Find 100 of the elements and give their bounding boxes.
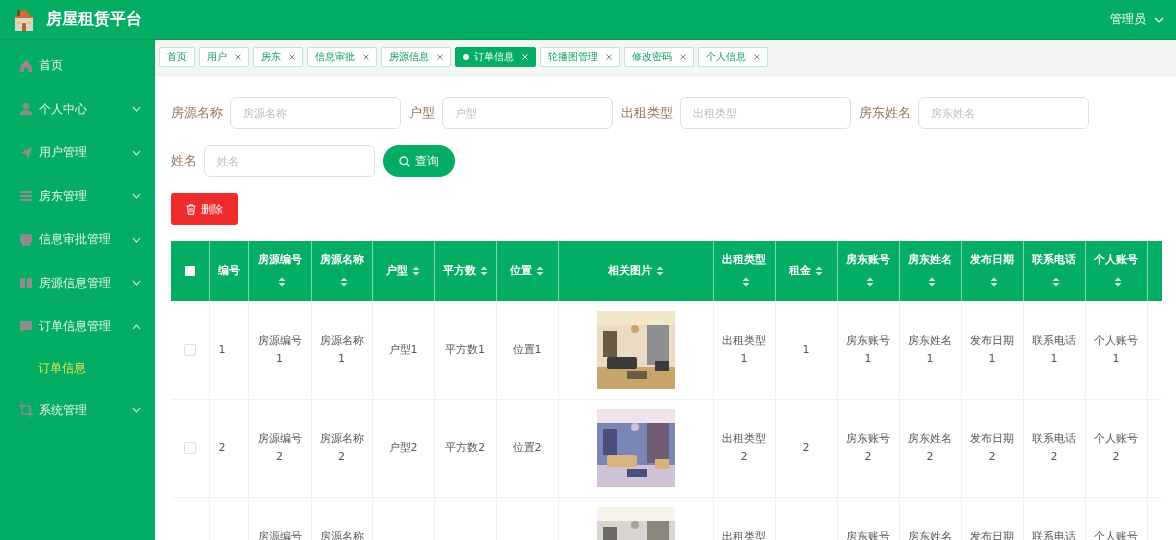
field-label: 房源名称 — [171, 104, 223, 122]
input-field[interactable]: 户型 — [442, 97, 613, 129]
home-icon — [19, 58, 33, 73]
table-cell: 房东账号2 — [846, 432, 890, 463]
table-cell: 平方数2 — [445, 441, 485, 454]
sidebar-item[interactable]: 信息审批管理 — [0, 218, 155, 262]
table-cell: 2 — [802, 441, 810, 454]
column-header[interactable]: 户型 — [372, 241, 434, 301]
table-cell: 1 — [802, 342, 810, 356]
column-header[interactable]: 房东账号 — [837, 241, 899, 301]
tab[interactable]: 轮播图管理 — [540, 47, 620, 67]
close-icon[interactable] — [235, 54, 241, 60]
input-field[interactable]: 姓名 — [204, 145, 375, 177]
table-cell: 平方数1 — [445, 342, 485, 356]
sort-icon[interactable] — [339, 277, 348, 287]
sort-icon[interactable] — [655, 266, 664, 276]
sort-icon[interactable] — [742, 277, 750, 287]
list-icon — [19, 189, 33, 204]
user-menu[interactable]: 管理员 — [1110, 11, 1164, 28]
table-cell: 联系电话2 — [1032, 432, 1076, 463]
column-header[interactable]: 房源名称 — [311, 241, 372, 301]
table-cell: 房东账号1 — [846, 333, 890, 365]
sort-icon[interactable] — [536, 266, 544, 276]
table-cell: 房东姓名2 — [908, 432, 952, 463]
sidebar-item[interactable]: 房源信息管理 — [0, 261, 155, 305]
table-cell: 户型1 — [388, 342, 418, 356]
sidebar-item[interactable]: 用户管理 — [0, 131, 155, 175]
delete-button[interactable]: 删除 — [171, 193, 238, 225]
sidebar-item[interactable]: 订单信息管理 — [0, 305, 155, 349]
column-header[interactable]: 发布日期 — [961, 241, 1023, 301]
sidebar-item[interactable]: 首页 — [0, 44, 155, 88]
field-label: 户型 — [409, 104, 435, 122]
table-cell: 房源编号1 — [257, 333, 302, 365]
column-header[interactable]: 租金 — [775, 241, 837, 301]
table-cell: 位置2 — [512, 441, 542, 454]
column-header[interactable]: 联系电话 — [1023, 241, 1085, 301]
sidebar-item[interactable]: 个人中心 — [0, 87, 155, 131]
column-header[interactable]: 相关图片 — [558, 241, 713, 301]
input-field[interactable]: 出租类型 — [680, 97, 851, 129]
sort-icon[interactable] — [479, 266, 488, 276]
person-icon — [19, 102, 33, 117]
row-checkbox[interactable] — [183, 343, 196, 356]
search-button[interactable]: 查询 — [383, 145, 455, 177]
sort-icon[interactable] — [412, 266, 420, 276]
column-header[interactable]: 房东姓名 — [899, 241, 961, 301]
table-cell: 出租类型1 — [722, 333, 766, 365]
column-header[interactable]: 房源编号 — [248, 241, 311, 301]
tab[interactable]: 修改密码 — [624, 47, 694, 67]
table-cell: 个人账号2 — [1094, 432, 1138, 463]
close-icon[interactable] — [363, 54, 369, 60]
chevron-down-icon — [1154, 16, 1164, 23]
row-checkbox[interactable] — [183, 442, 196, 454]
column-header[interactable]: 位置 — [496, 241, 558, 301]
column-header[interactable]: 平方数 — [434, 241, 496, 301]
tab[interactable]: 个人信息 — [698, 47, 768, 67]
trash-icon — [186, 203, 196, 215]
close-icon[interactable] — [680, 54, 686, 60]
column-header[interactable]: 出租类型 — [713, 241, 775, 301]
field-label: 房东姓名 — [859, 104, 911, 122]
sort-icon[interactable] — [866, 277, 874, 287]
chat-icon — [19, 319, 33, 334]
tab[interactable]: 首页 — [159, 47, 195, 67]
close-icon[interactable] — [754, 54, 760, 60]
tab[interactable]: 信息审批 — [307, 47, 377, 67]
sort-icon[interactable] — [1114, 277, 1122, 287]
crop-icon — [19, 403, 33, 418]
sidebar-item[interactable]: 系统管理 — [0, 388, 155, 432]
table-cell: 2 — [218, 441, 226, 454]
squares-icon — [19, 276, 33, 291]
paper-plane-icon — [19, 145, 33, 160]
table-cell: 房东姓名1 — [908, 333, 952, 365]
sort-icon[interactable] — [990, 277, 998, 287]
table-cell: 户型2 — [388, 441, 418, 454]
field-label: 出租类型 — [621, 104, 673, 122]
close-icon[interactable] — [437, 54, 443, 60]
table-cell: 联系电话1 — [1032, 333, 1076, 365]
tab[interactable]: 订单信息 — [455, 47, 536, 67]
column-header[interactable]: 个人账号 — [1085, 241, 1147, 301]
close-icon[interactable] — [606, 54, 612, 60]
sort-icon[interactable] — [815, 266, 823, 276]
monitor-icon — [19, 232, 33, 247]
sort-icon[interactable] — [277, 277, 286, 287]
dot-icon — [463, 54, 469, 60]
table-cell: 出租类型2 — [722, 432, 766, 463]
input-field[interactable]: 房东姓名 — [918, 97, 1089, 129]
tab[interactable]: 房源信息 — [381, 47, 451, 67]
close-icon[interactable] — [289, 54, 295, 60]
tab[interactable]: 用户 — [199, 47, 249, 67]
sidebar-subitem[interactable]: 订单信息 — [0, 348, 155, 389]
sidebar-item[interactable]: 房东管理 — [0, 174, 155, 218]
sort-icon[interactable] — [928, 277, 936, 287]
table-cell: 房源名称1 — [319, 333, 364, 365]
column-header[interactable]: 编号 — [209, 241, 248, 301]
tab[interactable]: 房东 — [253, 47, 303, 67]
search-icon — [399, 155, 410, 167]
table-cell: 房源名称2 — [319, 432, 364, 463]
field-label: 姓名 — [171, 152, 197, 170]
select-all-checkbox[interactable] — [184, 266, 195, 276]
input-field[interactable]: 房源名称 — [230, 97, 401, 129]
sort-icon[interactable] — [1052, 277, 1060, 287]
